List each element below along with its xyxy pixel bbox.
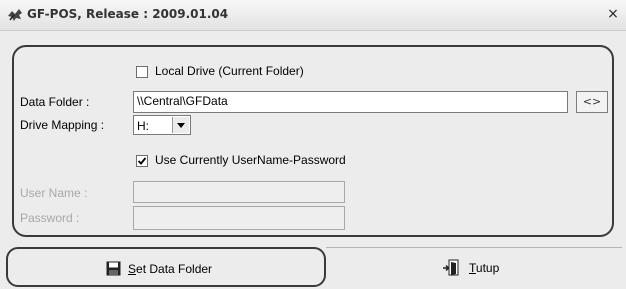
- checkmark-icon: [137, 157, 147, 165]
- user-name-label: User Name :: [20, 186, 88, 200]
- use-credentials-checkbox[interactable]: [136, 155, 148, 167]
- browse-folder-button[interactable]: <>: [576, 91, 608, 113]
- close-button[interactable]: ×: [606, 5, 620, 23]
- floppy-disk-icon: [106, 261, 121, 276]
- password-input[interactable]: [133, 206, 345, 230]
- chevron-down-icon[interactable]: [172, 117, 189, 133]
- local-drive-label: Local Drive (Current Folder): [155, 64, 304, 78]
- exit-door-icon: [443, 259, 459, 276]
- password-label: Password :: [20, 211, 80, 225]
- user-name-input[interactable]: [133, 181, 345, 203]
- set-data-folder-button[interactable]: Set Data Folder: [6, 247, 326, 287]
- local-drive-checkbox[interactable]: [136, 66, 148, 78]
- window-title: GF-POS, Release : 2009.01.04: [27, 7, 229, 21]
- drive-mapping-label: Drive Mapping :: [20, 118, 105, 132]
- tutup-label: Tutup: [469, 261, 500, 275]
- use-credentials-label: Use Currently UserName-Password: [155, 153, 346, 167]
- drive-mapping-select[interactable]: H:: [133, 115, 191, 135]
- data-folder-label: Data Folder :: [20, 95, 90, 109]
- tutup-button[interactable]: Tutup: [326, 247, 622, 287]
- title-bar: GF-POS, Release : 2009.01.04 ×: [0, 0, 626, 31]
- drive-mapping-value: H:: [137, 119, 149, 133]
- set-data-folder-label: Set Data Folder: [128, 262, 213, 276]
- data-folder-input[interactable]: \\Central\GFData: [133, 91, 568, 113]
- app-logo-icon: [8, 9, 22, 21]
